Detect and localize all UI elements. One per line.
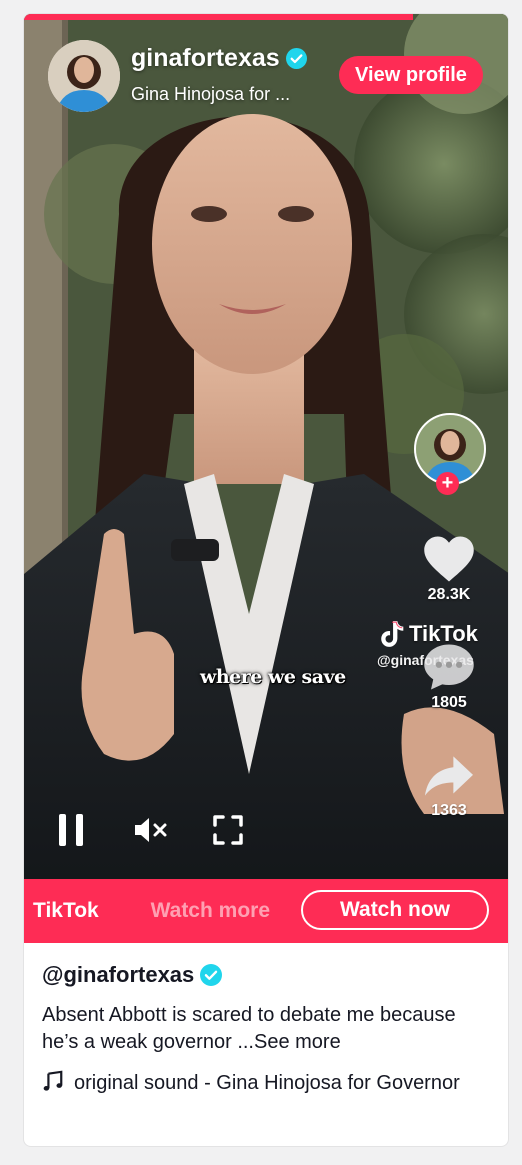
info-username[interactable]: @ginafortexas (42, 962, 194, 988)
share-button[interactable]: 1363 (416, 752, 482, 820)
creator-username[interactable]: ginafortexas (131, 44, 280, 73)
info-username-row[interactable]: @ginafortexas (42, 962, 492, 988)
see-more-link[interactable]: ...See more (237, 1031, 340, 1053)
video-info: @ginafortexas Absent Abbott is scared to… (42, 962, 492, 1098)
heart-icon (424, 536, 474, 582)
sound-name[interactable]: original sound - Gina Hinojosa for Gover… (74, 1072, 460, 1094)
verified-badge-icon (200, 964, 223, 986)
watch-now-button[interactable]: Watch now (301, 890, 489, 930)
comment-bubble-icon (424, 644, 474, 690)
like-count: 28.3K (427, 586, 471, 603)
mute-button[interactable] (131, 810, 171, 850)
share-count: 1363 (431, 802, 467, 819)
comment-button[interactable]: 1805 (416, 642, 482, 712)
banner-watch-more: Watch more (150, 899, 271, 922)
video-player[interactable]: ginafortexas Gina Hinojosa for ... View … (24, 14, 508, 879)
creator-avatar-image (48, 40, 120, 112)
creator-avatar[interactable] (48, 40, 120, 112)
verified-badge-icon (285, 48, 307, 69)
banner-brand: TikTok (33, 899, 99, 922)
like-button[interactable]: 28.3K (416, 534, 482, 604)
pause-icon (59, 814, 83, 846)
video-caption-overlay: where we save (200, 666, 346, 688)
creator-username-header[interactable]: ginafortexas (131, 44, 307, 73)
pause-button[interactable] (51, 810, 91, 850)
follow-plus-button[interactable]: + (436, 472, 459, 495)
tiktok-logo-icon (381, 621, 404, 647)
scrolling-banner-text: TikTok Watch more (33, 899, 316, 923)
fullscreen-button[interactable] (208, 810, 248, 850)
view-profile-button[interactable]: View profile (339, 56, 483, 94)
share-arrow-icon (425, 756, 473, 796)
fullscreen-icon (213, 815, 243, 845)
creator-display-name: Gina Hinojosa for ... (131, 84, 291, 104)
muted-speaker-icon (135, 818, 167, 842)
comment-count: 1805 (431, 694, 467, 711)
tiktok-embed-card: ginafortexas Gina Hinojosa for ... View … (23, 13, 509, 1147)
video-description: Absent Abbott is scared to debate me bec… (42, 1002, 492, 1056)
video-progress-bar[interactable] (24, 14, 413, 20)
watch-more-banner[interactable]: TikTok Watch more Watch now (24, 879, 508, 943)
music-note-icon (43, 1070, 63, 1091)
sound-row[interactable]: original sound - Gina Hinojosa for Gover… (42, 1068, 492, 1098)
